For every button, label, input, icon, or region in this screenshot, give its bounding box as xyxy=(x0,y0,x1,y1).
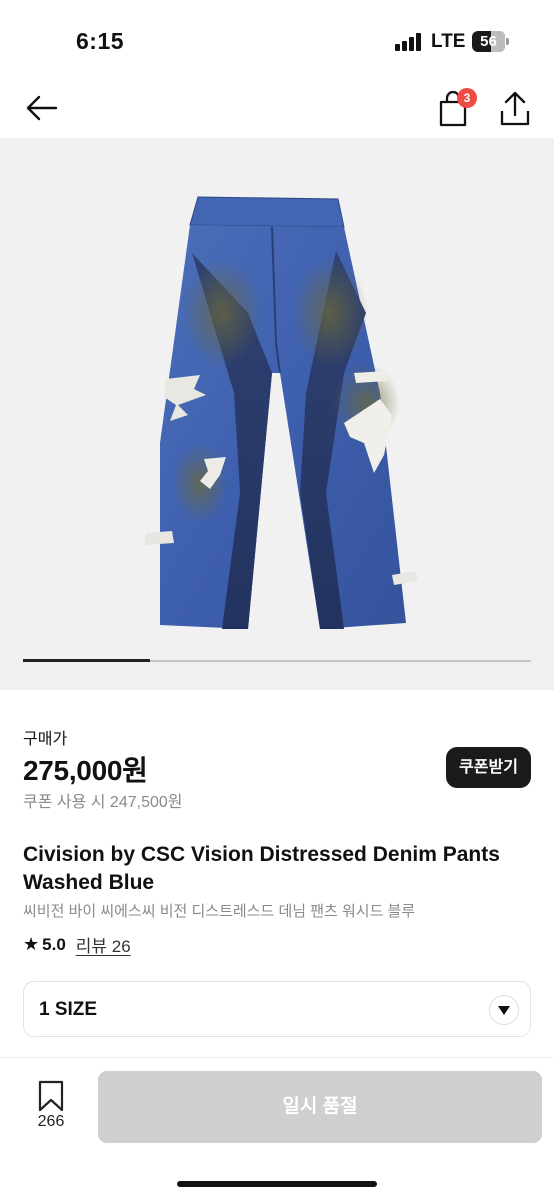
share-icon xyxy=(500,91,530,126)
signal-icon xyxy=(395,33,425,51)
size-select[interactable]: 1 SIZE xyxy=(23,981,531,1037)
status-time: 6:15 xyxy=(76,28,125,54)
battery-icon: 56 xyxy=(472,31,509,52)
price-label: 구매가 xyxy=(23,731,68,748)
gallery-progress-bar xyxy=(23,659,531,662)
status-bar: 6:15 LTE 56 xyxy=(0,0,554,80)
bookmark-icon xyxy=(38,1080,64,1112)
bottom-divider xyxy=(0,1057,554,1058)
star-icon: ★ xyxy=(23,934,40,954)
product-image-gallery[interactable] xyxy=(0,138,554,690)
cart-count-badge: 3 xyxy=(457,88,477,108)
top-nav: 3 xyxy=(0,80,554,138)
rating-score: 5.0 xyxy=(42,934,66,954)
size-value: 1 SIZE xyxy=(39,999,98,1020)
price-amount: 275,000원 xyxy=(23,755,148,786)
back-button[interactable] xyxy=(22,90,62,126)
wishlist-count: 266 xyxy=(37,1113,65,1130)
wishlist-button[interactable]: 266 xyxy=(28,1080,74,1134)
network-label: LTE xyxy=(431,31,466,52)
gallery-progress-fill xyxy=(23,659,150,662)
arrow-left-icon xyxy=(26,95,58,121)
share-button[interactable] xyxy=(496,86,536,128)
get-coupon-button[interactable]: 쿠폰받기 xyxy=(446,747,531,788)
review-link[interactable]: 리뷰 26 xyxy=(76,932,131,957)
product-photo xyxy=(144,196,418,629)
coupon-price: 쿠폰 사용 시 247,500원 xyxy=(23,794,183,811)
rating-row: ★ 5.0 리뷰 26 xyxy=(23,932,131,957)
sold-out-button: 일시 품절 xyxy=(98,1071,542,1143)
product-title-korean: 씨비전 바이 씨에스씨 비전 디스트레스드 데님 팬츠 워시드 블루 xyxy=(23,903,416,920)
home-indicator xyxy=(177,1181,377,1187)
battery-level: 56 xyxy=(480,33,497,50)
product-title: Civision by CSC Vision Distressed Denim … xyxy=(23,843,500,894)
chevron-down-icon xyxy=(489,995,519,1025)
shopping-bag-button[interactable]: 3 xyxy=(434,86,477,128)
